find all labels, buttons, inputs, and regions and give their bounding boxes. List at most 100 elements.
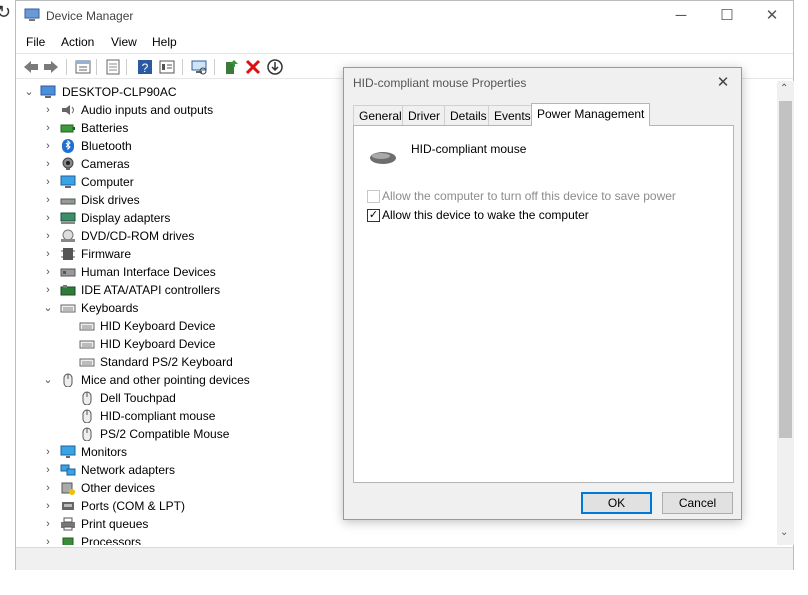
tree-item-label: Monitors xyxy=(81,445,128,459)
minimize-button[interactable]: ─ xyxy=(658,1,704,31)
help-icon[interactable]: ? xyxy=(136,58,154,76)
scrollbar-thumb[interactable] xyxy=(779,101,792,438)
uninstall-icon[interactable] xyxy=(244,58,262,76)
back-icon[interactable] xyxy=(22,58,40,76)
tree-item-label: Standard PS/2 Keyboard xyxy=(100,355,233,369)
view-icon[interactable] xyxy=(158,58,176,76)
computer-icon xyxy=(60,175,76,188)
forward-icon[interactable] xyxy=(42,58,60,76)
tree-item-label: HID Keyboard Device xyxy=(100,337,216,351)
tab-details[interactable]: Details xyxy=(444,105,493,125)
collapse-chevron-icon[interactable]: ⌄ xyxy=(43,299,53,317)
expand-chevron-icon[interactable]: › xyxy=(43,119,53,137)
bluetooth-icon xyxy=(62,139,74,153)
power-management-panel: HID-compliant mouse Allow the computer t… xyxy=(353,125,734,483)
menu-action[interactable]: Action xyxy=(57,34,98,50)
display-adapter-icon xyxy=(60,212,76,224)
tree-item-label: Batteries xyxy=(81,121,129,135)
battery-icon xyxy=(60,124,75,133)
tree-item-label: HID-compliant mouse xyxy=(100,409,216,423)
scroll-down-icon[interactable]: ⌄ xyxy=(780,527,788,538)
allow-wake-checkbox[interactable]: ✓ xyxy=(367,209,380,222)
expand-chevron-icon[interactable]: › xyxy=(43,155,53,173)
expand-chevron-icon[interactable]: › xyxy=(43,281,53,299)
dialog-close-button[interactable]: ✕ xyxy=(711,71,735,95)
expand-chevron-icon[interactable]: › xyxy=(43,101,53,119)
allow-wake-label: Allow this device to wake the computer xyxy=(382,208,589,222)
firmware-icon xyxy=(61,248,75,260)
mouse-icon xyxy=(82,427,92,441)
menu-view[interactable]: View xyxy=(107,34,141,50)
tree-item-label: Network adapters xyxy=(81,463,176,477)
maximize-button[interactable]: ☐ xyxy=(704,1,750,31)
expand-chevron-icon[interactable]: › xyxy=(43,173,53,191)
update-driver-icon[interactable] xyxy=(222,58,240,76)
tree-root-label: DESKTOP-CLP90AC xyxy=(62,85,177,99)
scan-hardware-icon[interactable] xyxy=(190,58,208,76)
expand-chevron-icon[interactable]: › xyxy=(43,209,53,227)
tab-events[interactable]: Events xyxy=(488,105,537,125)
camera-icon xyxy=(62,157,74,170)
toolbar-separator xyxy=(214,59,215,75)
hid-icon xyxy=(60,268,76,277)
properties-dialog: HID-compliant mouse Properties ✕ General… xyxy=(343,67,742,520)
expand-chevron-icon[interactable]: › xyxy=(43,515,53,533)
computer-icon xyxy=(40,85,56,98)
expand-chevron-icon[interactable]: › xyxy=(43,245,53,263)
expand-chevron-icon[interactable]: › xyxy=(43,263,53,281)
collapse-chevron-icon[interactable]: ⌄ xyxy=(24,83,34,101)
tree-item-label: Audio inputs and outputs xyxy=(81,103,214,117)
expand-chevron-icon[interactable]: › xyxy=(43,461,53,479)
mouse-icon xyxy=(82,409,92,423)
refresh-icon: ↻ xyxy=(0,2,12,22)
close-button[interactable]: ✕ xyxy=(749,1,795,31)
toolbar-separator xyxy=(96,59,97,75)
document-icon[interactable] xyxy=(104,58,122,76)
tree-item-label: Bluetooth xyxy=(81,139,132,153)
device-manager-icon xyxy=(24,8,40,21)
tree-item-label: Computer xyxy=(81,175,134,189)
collapse-chevron-icon[interactable]: ⌄ xyxy=(43,371,53,389)
expand-chevron-icon[interactable]: › xyxy=(43,443,53,461)
tree-scrollbar[interactable]: ⌃ ⌄ xyxy=(777,81,794,545)
scroll-up-icon[interactable]: ⌃ xyxy=(780,83,788,94)
expand-chevron-icon[interactable]: › xyxy=(43,191,53,209)
menu-file[interactable]: File xyxy=(22,34,49,50)
other-devices-icon xyxy=(61,482,75,495)
monitor-icon xyxy=(60,445,76,458)
tab-driver[interactable]: Driver xyxy=(402,105,446,125)
menu-help[interactable]: Help xyxy=(148,34,181,50)
mouse-icon xyxy=(63,373,73,387)
expand-chevron-icon[interactable]: › xyxy=(43,497,53,515)
tab-power-management[interactable]: Power Management xyxy=(531,103,651,126)
processor-icon xyxy=(62,537,74,545)
tree-item-label: Display adapters xyxy=(81,211,171,225)
tree-item-label: Ports (COM & LPT) xyxy=(81,499,186,513)
expand-chevron-icon[interactable]: › xyxy=(43,227,53,245)
tree-item-label: Firmware xyxy=(81,247,131,261)
ok-button[interactable]: OK xyxy=(581,492,652,514)
expand-chevron-icon[interactable]: › xyxy=(43,479,53,497)
cancel-button[interactable]: Cancel xyxy=(662,492,733,514)
tree-item-label: HID Keyboard Device xyxy=(100,319,216,333)
disable-device-icon[interactable] xyxy=(266,58,284,76)
expand-chevron-icon[interactable]: › xyxy=(43,533,53,545)
network-adapter-icon xyxy=(60,464,76,476)
keyboard-icon xyxy=(60,304,76,313)
disk-drive-icon xyxy=(60,198,76,205)
device-name: HID-compliant mouse xyxy=(411,142,527,156)
allow-turn-off-checkbox[interactable] xyxy=(367,190,380,203)
tree-item-label: Cameras xyxy=(81,157,130,171)
tab-general[interactable]: General xyxy=(353,105,408,125)
mouse-icon xyxy=(370,152,396,164)
svg-text:?: ? xyxy=(142,61,149,75)
tree-item-label: Disk drives xyxy=(81,193,140,207)
toolbar-separator xyxy=(182,59,183,75)
ide-controller-icon xyxy=(60,285,76,296)
expand-chevron-icon[interactable]: › xyxy=(43,137,53,155)
port-icon xyxy=(62,502,74,510)
window-title: Device Manager xyxy=(46,9,134,23)
properties-view-icon[interactable] xyxy=(74,58,92,76)
tree-item-label: Mice and other pointing devices xyxy=(81,373,250,387)
status-bar xyxy=(16,547,793,570)
